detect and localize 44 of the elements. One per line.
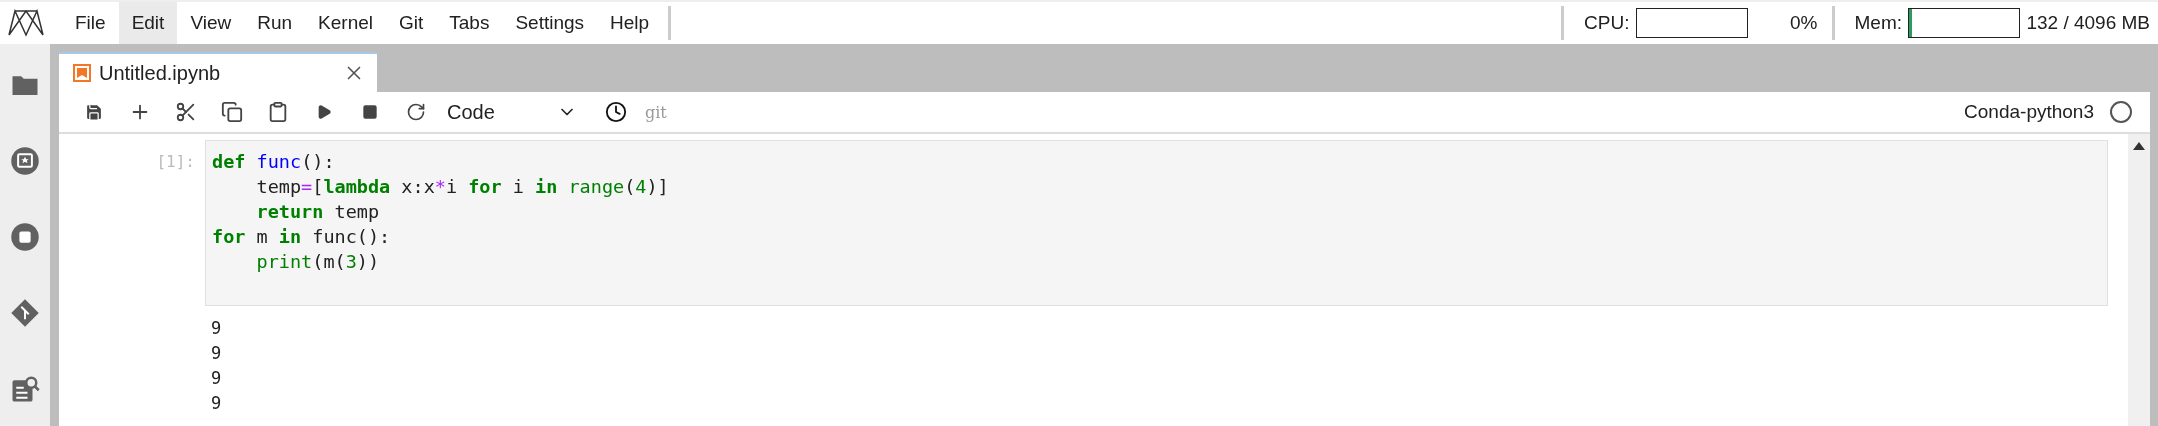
copy-icon bbox=[221, 101, 243, 123]
output-line: 9 bbox=[211, 392, 222, 415]
code-line: print(m(3)) bbox=[255, 250, 381, 274]
cell-type-select[interactable]: Code bbox=[439, 97, 585, 127]
scissors-icon bbox=[175, 101, 197, 123]
stop-icon[interactable] bbox=[10, 222, 40, 252]
notebook-icon bbox=[73, 64, 91, 82]
output-line: 9 bbox=[211, 342, 222, 365]
menu-item[interactable]: Help bbox=[597, 2, 663, 44]
stop-icon bbox=[362, 104, 378, 120]
menu-item[interactable]: Git bbox=[386, 2, 437, 44]
cell-prompt: [1]: bbox=[155, 151, 196, 173]
memory-reading: 132 / 4096 MB bbox=[2025, 11, 2150, 35]
menu-item[interactable]: File bbox=[62, 2, 119, 44]
git-icon[interactable] bbox=[10, 298, 40, 328]
save-icon bbox=[84, 102, 104, 122]
logo-icon bbox=[6, 7, 46, 39]
play-icon bbox=[316, 104, 332, 120]
output-line: 9 bbox=[211, 317, 222, 340]
inspector-icon[interactable] bbox=[10, 374, 40, 404]
menu-item[interactable]: Run bbox=[244, 2, 306, 44]
menu-item[interactable]: Edit bbox=[118, 2, 178, 44]
menu-item[interactable]: Tabs bbox=[436, 2, 503, 44]
memory-label: Mem: bbox=[1854, 11, 1902, 35]
clock-icon bbox=[605, 101, 627, 123]
code-line: return temp bbox=[255, 200, 381, 224]
scrollbar[interactable] bbox=[2128, 134, 2150, 426]
notebook-tab[interactable]: Untitled.ipynb bbox=[59, 52, 377, 92]
running-icon[interactable] bbox=[10, 146, 40, 176]
scroll-up-icon[interactable] bbox=[2133, 142, 2145, 150]
menu-item[interactable]: View bbox=[177, 2, 245, 44]
clipboard-icon bbox=[267, 101, 289, 123]
cpu-label: CPU: bbox=[1584, 11, 1630, 35]
refresh-icon bbox=[406, 102, 426, 122]
menu-item[interactable]: Settings bbox=[502, 2, 598, 44]
cpu-reading: 0% bbox=[1789, 11, 1818, 35]
kernel-name[interactable]: Conda-python3 bbox=[1964, 101, 2094, 123]
menu-item[interactable]: Kernel bbox=[305, 2, 386, 44]
output-line: 9 bbox=[211, 367, 222, 390]
code-line: def func(): bbox=[212, 150, 336, 174]
code-editor[interactable]: def func(): temp=[lambda x:x*i for i in range(4)] return temp for m in func(): print(m(3)) bbox=[205, 140, 2108, 306]
code-line: temp=[lambda x:x*i for i in range(4)] bbox=[255, 175, 670, 199]
code-line: for m in func(): bbox=[212, 225, 392, 249]
tab-title: Untitled.ipynb bbox=[99, 61, 222, 85]
